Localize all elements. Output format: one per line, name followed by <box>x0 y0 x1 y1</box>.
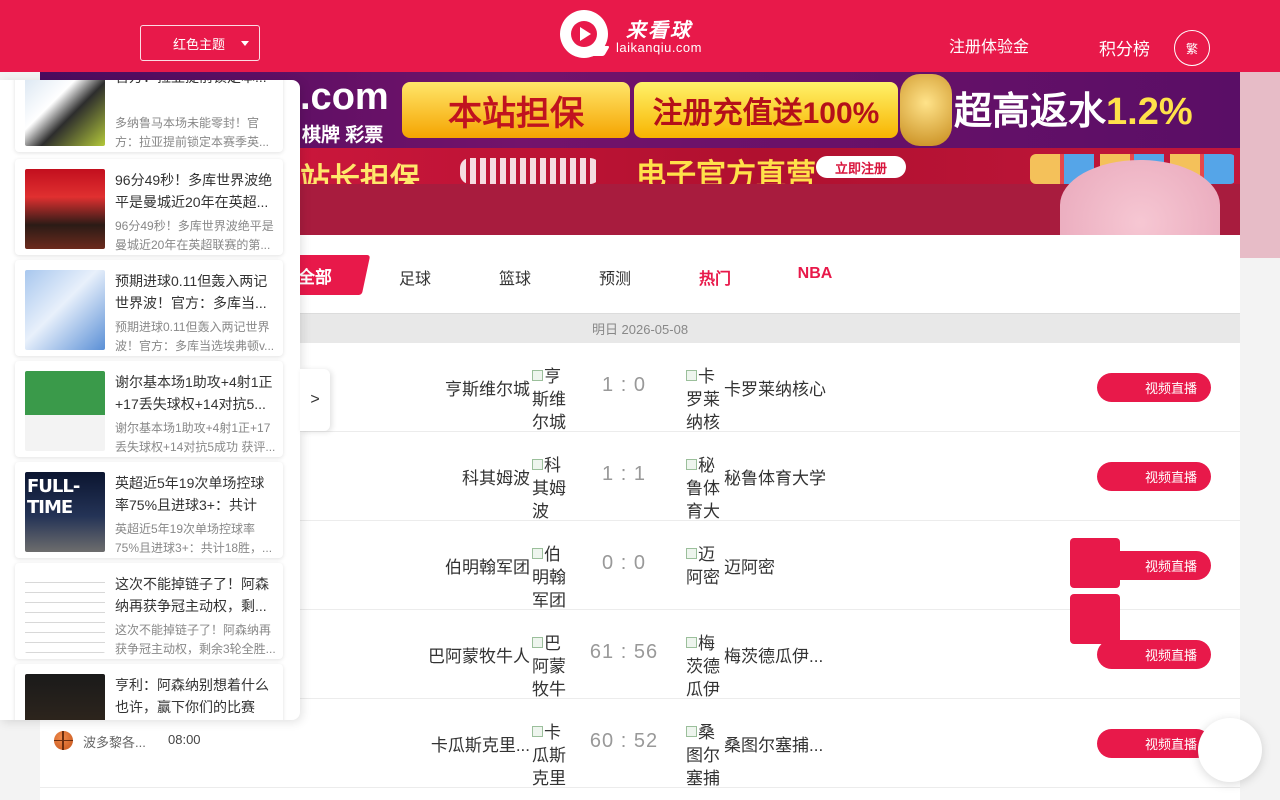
news-item[interactable]: 谢尔基本场1助攻+4射1正+17丢失球权+14对抗5... 谢尔基本场1助攻+4… <box>15 361 283 457</box>
ad-guarantee-badge: 本站担保 <box>402 82 630 138</box>
caret-down-icon <box>241 41 249 46</box>
top-header: 红色主题 来看球 laikanqiu.com 注册体验金 积分榜 繁 <box>0 0 1280 72</box>
tab-prediction[interactable]: 预测 <box>565 265 665 289</box>
ad-official-text: 电子官方直营 <box>636 159 816 184</box>
league-name: 波多黎各... <box>83 735 146 750</box>
home-team-logo: 卡瓜斯克里 <box>532 723 566 787</box>
news-item[interactable]: 预期进球0.11但轰入两记世界波！官方：多库当... 预期进球0.11但轰入两记… <box>15 260 283 356</box>
ad-guarantee2-text: 站长担保 <box>300 163 420 184</box>
tab-nba[interactable]: NBA <box>765 265 865 283</box>
home-team: 伯明翰军团 <box>445 558 530 577</box>
news-thumbnail <box>25 270 105 350</box>
video-live-button[interactable]: 视频直播 <box>1097 640 1211 669</box>
register-bonus-link[interactable]: 注册体验金 <box>949 33 1029 57</box>
away-team: 卡罗莱纳核心 <box>724 380 826 399</box>
video-live-button[interactable]: 视频直播 <box>1097 373 1211 402</box>
news-desc: 96分49秒！多库世界波绝平是曼城近20年在英超联赛的第... <box>115 219 274 252</box>
away-team-logo: 迈阿密 <box>686 545 720 587</box>
floating-widget[interactable] <box>1070 594 1120 644</box>
site-logo[interactable]: 来看球 laikanqiu.com <box>560 10 720 62</box>
logo-text-cn: 来看球 <box>626 18 692 42</box>
traditional-chinese-toggle[interactable]: 繁 <box>1174 30 1210 66</box>
news-desc: 谢尔基本场1助攻+4射1正+17丢失球权+14对抗5成功 获评... <box>115 421 276 454</box>
logo-play-icon <box>560 10 610 58</box>
tab-hot[interactable]: 热门 <box>665 265 765 289</box>
away-team-logo: 桑图尔塞捕 <box>686 723 720 787</box>
points-rank-link[interactable]: 积分榜 <box>1099 35 1150 60</box>
theme-select-label: 红色主题 <box>173 36 226 52</box>
home-team-logo: 伯明翰军团 <box>532 545 566 609</box>
news-desc: 预期进球0.11但轰入两记世界波！官方：多库当选埃弗顿v... <box>115 320 275 353</box>
news-item[interactable]: 官方：拉亚提前锁定本... 多纳鲁马本场未能零封！官方：拉亚提前锁定本赛季英..… <box>15 80 283 152</box>
news-title: 亨利：阿森纳别想着什么也许，赢下你们的比赛 <box>115 677 269 715</box>
news-item[interactable]: 这次不能掉链子了！阿森纳再获争冠主动权，剩... 这次不能掉链子了！阿森纳再获争… <box>15 563 283 659</box>
news-thumbnail <box>25 573 105 653</box>
match-score: 0 : 0 <box>602 552 646 574</box>
tab-basketball[interactable]: 篮球 <box>465 265 565 289</box>
logo-text-en: laikanqiu.com <box>616 40 702 55</box>
news-title: 预期进球0.11但轰入两记世界波！官方：多库当... <box>115 273 268 311</box>
ad-deposit-badge: 注册充值送100% <box>634 82 898 138</box>
ad-domain-text: .com <box>300 76 389 118</box>
tab-football[interactable]: 足球 <box>365 265 465 289</box>
video-live-button[interactable]: 视频直播 <box>1097 462 1211 491</box>
news-thumbnail: FULL-TIME <box>25 472 105 552</box>
news-desc: 英超近5年19次单场控球率75%且进球3+：共计18胜，... <box>115 522 273 555</box>
news-desc: 这次不能掉链子了！阿森纳再获争冠主动权，剩余3轮全胜... <box>115 623 276 656</box>
away-team: 梅茨德瓜伊... <box>724 647 824 666</box>
news-title: 96分49秒！多库世界波绝平是曼城近20年在英超... <box>115 172 273 210</box>
news-title: 官方：拉亚提前锁定本... <box>115 80 275 110</box>
home-team: 科其姆波 <box>462 469 530 488</box>
news-title: 谢尔基本场1助攻+4射1正+17丢失球权+14对抗5... <box>115 374 273 412</box>
away-team: 迈阿密 <box>724 558 775 577</box>
home-team: 巴阿蒙牧牛人 <box>428 647 530 666</box>
basketball-icon <box>54 731 73 750</box>
match-score: 1 : 0 <box>602 374 646 396</box>
floating-widget[interactable] <box>1070 538 1120 588</box>
home-team-logo: 巴阿蒙牧牛人 <box>532 634 566 698</box>
away-team-logo: 梅茨德瓜伊纳沃 <box>686 634 720 698</box>
news-item[interactable]: FULL-TIME 英超近5年19次单场控球率75%且进球3+：共计1... 英… <box>15 462 283 558</box>
match-time: 08:00 <box>168 732 201 747</box>
banner-right-strip <box>1240 72 1280 258</box>
news-thumbnail <box>25 371 105 451</box>
video-live-button[interactable]: 视频直播 <box>1097 729 1211 758</box>
news-thumbnail <box>25 169 105 249</box>
news-thumbnail <box>25 80 105 146</box>
news-panel-toggle-arrow[interactable]: > <box>300 369 330 431</box>
ad-qipai-text: 棋牌 彩票 <box>302 125 384 146</box>
home-team-logo: 科其姆波 <box>532 456 566 520</box>
match-score: 61 : 56 <box>589 641 659 663</box>
match-score: 60 : 52 <box>589 730 659 752</box>
away-team: 桑图尔塞捕... <box>724 736 824 755</box>
away-team-logo: 卡罗莱纳核心 <box>686 367 720 431</box>
news-desc: 多纳鲁马本场未能零封！官方：拉亚提前锁定本赛季英... <box>115 116 270 149</box>
ad-rebate-text: 超高返水1.2% <box>954 91 1193 133</box>
theme-select[interactable]: 红色主题 <box>140 25 260 61</box>
news-title: 这次不能掉链子了！阿森纳再获争冠主动权，剩... <box>115 576 269 614</box>
home-team: 亨斯维尔城 <box>445 380 530 399</box>
news-thumbnail <box>25 674 105 720</box>
match-score: 1 : 1 <box>602 463 646 485</box>
away-team: 秘鲁体育大学 <box>724 469 826 488</box>
chat-bubble-button[interactable] <box>1198 718 1262 782</box>
money-bag-icon <box>900 74 952 146</box>
home-team: 卡瓜斯克里... <box>430 736 530 755</box>
news-side-panel: 官方：拉亚提前锁定本... 多纳鲁马本场未能零封！官方：拉亚提前锁定本赛季英..… <box>0 80 300 720</box>
ad-dots-graphic <box>460 158 600 184</box>
home-team-logo: 亨斯维尔城 <box>532 367 566 431</box>
away-team-logo: 秘鲁体育大学 <box>686 456 720 520</box>
news-title: 英超近5年19次单场控球率75%且进球3+：共计1... <box>115 475 265 513</box>
ad-register-button[interactable]: 立即注册 <box>816 156 906 178</box>
news-item[interactable]: 96分49秒！多库世界波绝平是曼城近20年在英超... 96分49秒！多库世界波… <box>15 159 283 255</box>
news-item[interactable]: 亨利：阿森纳别想着什么也许，赢下你们的比赛 <box>15 664 283 720</box>
